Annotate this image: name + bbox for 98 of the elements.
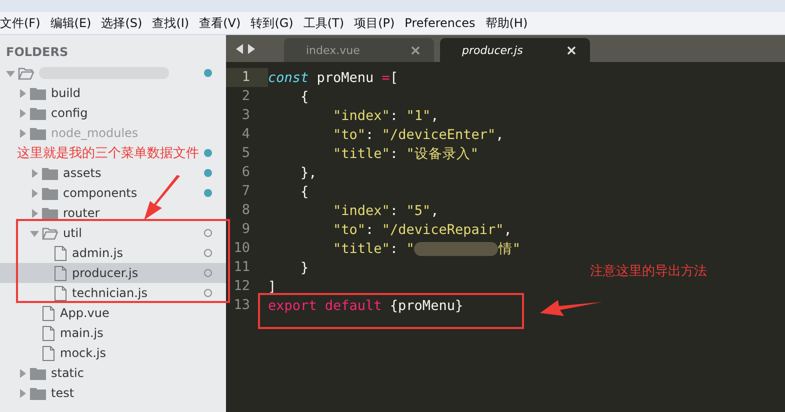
file-row[interactable]: main.js <box>0 323 226 343</box>
code-line: } <box>300 260 309 276</box>
line-number: 9 <box>240 220 251 239</box>
folder-name: node_modules <box>51 126 138 140</box>
line-number: 7 <box>240 182 251 201</box>
file-icon <box>54 266 67 280</box>
code-line: "title": "设备录入" <box>332 144 478 162</box>
file-icon <box>42 326 55 340</box>
line-number: 5 <box>240 144 251 163</box>
folder-name: test <box>51 386 74 400</box>
collapsed-arrow-icon[interactable] <box>18 128 27 138</box>
annotation-text: 这里就是我的三个菜单数据文件 <box>17 145 199 162</box>
menu-item[interactable]: Preferences <box>404 16 476 30</box>
folder-name: static <box>51 366 84 380</box>
menu-item[interactable]: 文件(F) <box>0 14 40 32</box>
folder-row[interactable]: static <box>0 363 226 383</box>
file-name: technician.js <box>72 286 148 300</box>
folder-icon <box>42 206 58 220</box>
folder-icon <box>42 186 58 200</box>
line-number: 8 <box>240 201 251 220</box>
open-folder-icon <box>42 226 58 240</box>
folder-icon <box>30 366 46 380</box>
line-number: 2 <box>240 87 251 106</box>
folder-name: config <box>51 106 88 120</box>
file-row[interactable]: producer.js <box>0 263 226 283</box>
folder-row[interactable]: assets <box>0 163 226 183</box>
code-line: }, <box>300 164 317 180</box>
editor-tab[interactable]: index.vue <box>284 38 434 62</box>
code-line: const proMenu =[ <box>268 70 398 86</box>
collapsed-arrow-icon[interactable] <box>18 368 27 378</box>
code-line: export default {proMenu} <box>268 298 464 314</box>
line-number: 12 <box>232 277 251 296</box>
folder-icon <box>42 166 58 180</box>
file-icon <box>54 246 67 260</box>
file-icon <box>42 306 55 320</box>
code-line: "to": "/deviceRepair", <box>332 222 512 238</box>
line-number: 1 <box>226 68 268 87</box>
folder-icon <box>30 106 46 120</box>
menu-item[interactable]: 转到(G) <box>250 14 294 32</box>
folder-row[interactable]: test <box>0 383 226 403</box>
line-number: 10 <box>232 239 251 258</box>
annotation-text: 注意这里的导出方法 <box>590 263 707 280</box>
folder-row[interactable]: components <box>0 183 226 203</box>
menu-item[interactable]: 查看(V) <box>199 14 241 32</box>
code-line: "to": "/deviceEnter", <box>332 126 504 142</box>
code-line: "index": "5", <box>332 202 439 218</box>
folder-row[interactable]: build <box>0 83 226 103</box>
collapsed-arrow-icon[interactable] <box>30 188 39 198</box>
folder-name: components <box>63 186 138 200</box>
expanded-arrow-icon[interactable] <box>6 68 15 78</box>
folder-icon <box>30 386 46 400</box>
line-number: 3 <box>240 106 251 125</box>
collapsed-arrow-icon[interactable] <box>18 388 27 398</box>
editor-tab[interactable]: producer.js <box>440 38 590 62</box>
open-folder-icon <box>18 66 34 80</box>
code-line: "title": " 情" <box>332 240 520 258</box>
file-icon <box>42 346 55 360</box>
file-name: main.js <box>60 326 104 340</box>
menu-item[interactable]: 查找(I) <box>152 14 190 32</box>
file-name: producer.js <box>72 266 138 280</box>
line-number: 6 <box>240 163 251 182</box>
collapsed-arrow-icon[interactable] <box>30 208 39 218</box>
file-name: admin.js <box>72 246 123 260</box>
file-icon <box>54 286 67 300</box>
folder-name: build <box>51 86 81 100</box>
folder-row[interactable]: util <box>0 223 226 243</box>
menu-item[interactable]: 编辑(E) <box>50 14 92 32</box>
code-line: { <box>300 184 309 200</box>
menu-item[interactable]: 帮助(H) <box>485 14 528 32</box>
code-line: ] <box>268 278 276 294</box>
file-name: mock.js <box>60 346 106 360</box>
folder-name: router <box>63 206 100 220</box>
folder-name: assets <box>63 166 102 180</box>
folder-icon <box>30 86 46 100</box>
folder-row[interactable]: router <box>0 203 226 223</box>
collapsed-arrow-icon[interactable] <box>30 168 39 178</box>
file-row[interactable]: App.vue <box>0 303 226 323</box>
collapsed-arrow-icon[interactable] <box>18 108 27 118</box>
tab-navigation-icon[interactable] <box>236 44 256 54</box>
folder-name: util <box>63 226 82 240</box>
collapsed-arrow-icon[interactable] <box>18 88 27 98</box>
line-number: 11 <box>232 258 251 277</box>
folder-row[interactable]: config <box>0 103 226 123</box>
code-line: { <box>300 88 309 104</box>
file-name: App.vue <box>60 306 110 320</box>
menu-item[interactable]: 工具(T) <box>303 14 344 32</box>
line-number: 4 <box>240 125 251 144</box>
code-line: "index": "1", <box>332 108 439 124</box>
menu-item[interactable]: 选择(S) <box>101 14 142 32</box>
menu-item[interactable]: 项目(P) <box>354 14 395 32</box>
file-row[interactable]: technician.js <box>0 283 226 303</box>
expanded-arrow-icon[interactable] <box>30 228 39 238</box>
line-number: 13 <box>232 296 251 315</box>
file-row[interactable]: mock.js <box>0 343 226 363</box>
file-row[interactable]: admin.js <box>0 243 226 263</box>
annotation-arrow <box>142 175 182 221</box>
sidebar-heading: FOLDERS <box>5 44 70 61</box>
folder-icon <box>30 126 46 140</box>
